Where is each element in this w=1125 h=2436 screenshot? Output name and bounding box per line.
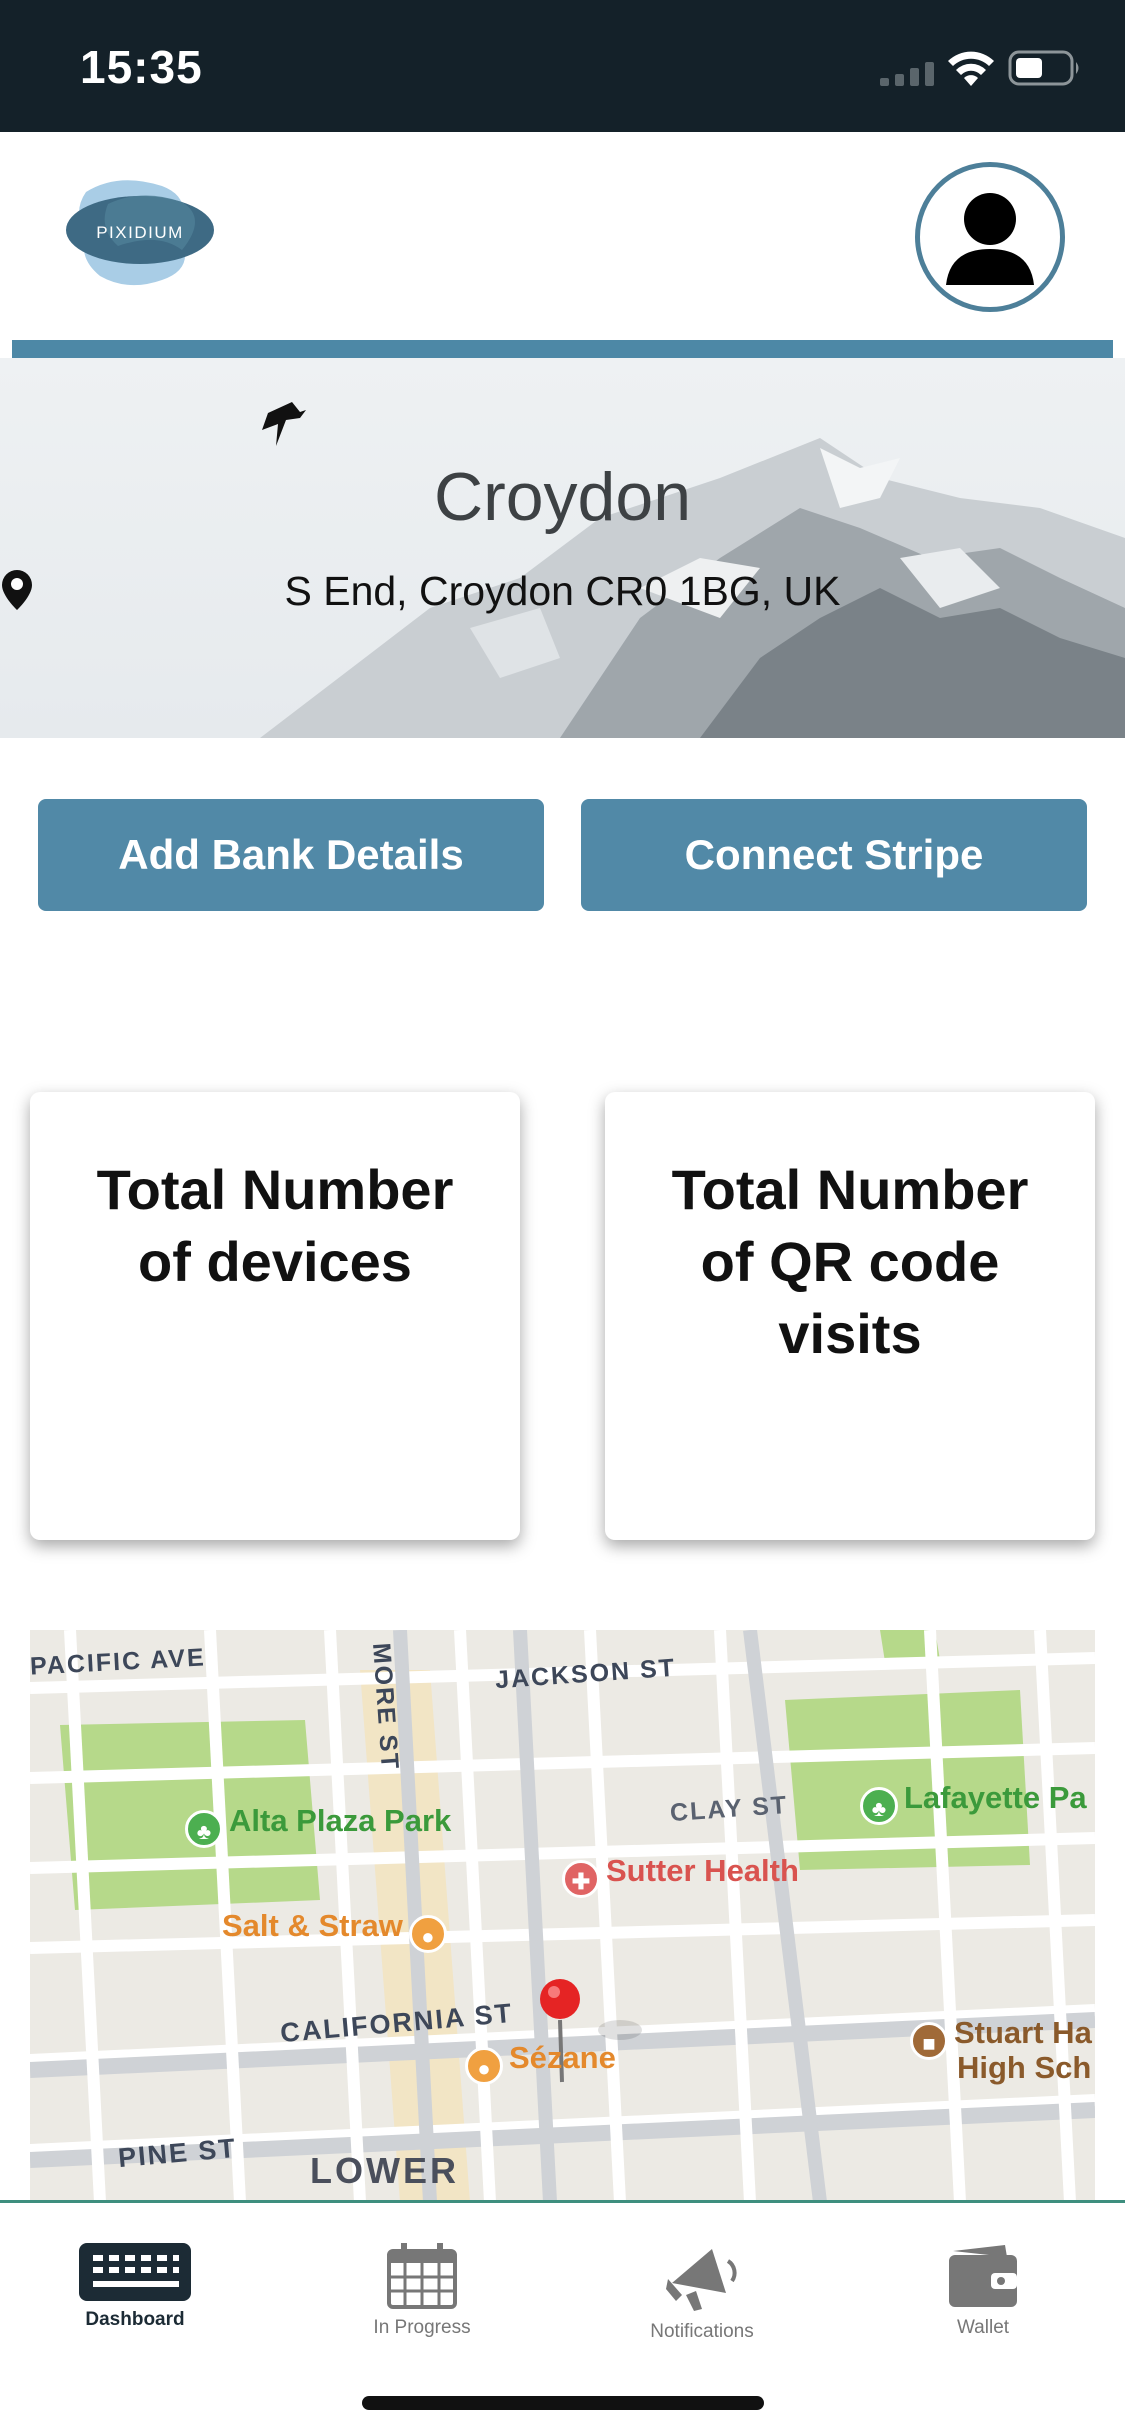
header-divider: [12, 340, 1113, 358]
mountain-background-image: [260, 402, 1125, 738]
wifi-icon: [948, 51, 994, 86]
total-qr-visits-card: Total Number of QR code visits: [605, 1092, 1095, 1540]
tab-in-progress[interactable]: In Progress: [332, 2243, 512, 2363]
location-hero: Croydon S End, Croydon CR0 1BG, UK: [0, 358, 1125, 738]
add-bank-details-button[interactable]: Add Bank Details: [38, 799, 544, 911]
home-indicator[interactable]: [362, 2396, 764, 2410]
park-icon: ♣: [185, 1810, 223, 1848]
map-streets: [30, 1630, 1095, 2202]
tab-wallet-label: Wallet: [956, 2317, 1010, 2338]
connect-stripe-button[interactable]: Connect Stripe: [581, 799, 1087, 911]
tab-dashboard[interactable]: Dashboard: [45, 2243, 225, 2363]
total-qr-visits-title: Total Number of QR code visits: [671, 1158, 1029, 1365]
tab-notifications[interactable]: Notifications: [612, 2243, 792, 2363]
poi-stuart-hall-line2: High Sch: [957, 2050, 1092, 2085]
address-text: S End, Croydon CR0 1BG, UK: [284, 568, 841, 614]
tab-dashboard-label: Dashboard: [85, 2309, 185, 2330]
total-devices-title: Total Number of devices: [96, 1158, 454, 1293]
map-pin-icon: [2, 570, 32, 610]
medical-icon: ✚: [562, 1860, 600, 1898]
user-avatar-icon: [946, 193, 1034, 285]
poi-sezane[interactable]: ● Sézane: [465, 2040, 616, 2085]
poi-salt-straw[interactable]: Salt & Straw ●: [222, 1908, 447, 1953]
cellular-signal-icon: [880, 62, 934, 86]
megaphone-icon: [666, 2249, 737, 2311]
profile-button[interactable]: [915, 162, 1065, 312]
bird-silhouette: [262, 402, 306, 446]
tab-wallet[interactable]: Wallet: [893, 2243, 1073, 2363]
total-devices-card: Total Number of devices: [30, 1092, 520, 1540]
location-title: Croydon: [433, 459, 692, 535]
status-bar: 15:35: [0, 0, 1125, 132]
logo-text: PIXIDIUM: [96, 223, 184, 242]
poi-alta-plaza-park[interactable]: ♣ Alta Plaza Park: [185, 1803, 451, 1848]
poi-lafayette-park[interactable]: ♣ Lafayette Pa: [860, 1780, 1087, 1825]
shopping-icon: ●: [465, 2047, 503, 2085]
status-time: 15:35: [80, 41, 203, 93]
location-address: S End, Croydon CR0 1BG, UK: [0, 568, 1125, 615]
school-icon: ■: [910, 2022, 948, 2060]
wallet-icon: [949, 2245, 1017, 2307]
keyboard-icon: [79, 2243, 191, 2301]
battery-icon: [1008, 50, 1079, 86]
park-icon: ♣: [860, 1787, 898, 1825]
location-map[interactable]: PACIFIC AVE JACKSON ST MORE ST CLAY ST C…: [30, 1630, 1095, 2202]
app-header: PIXIDIUM: [0, 132, 1125, 340]
poi-sutter-health[interactable]: ✚ Sutter Health: [562, 1853, 799, 1898]
district-lower-pacific: LOWER: [310, 2150, 459, 2191]
tab-notifications-label: Notifications: [650, 2321, 754, 2342]
calendar-icon: [387, 2243, 457, 2309]
ice-cream-icon: ●: [408, 1915, 447, 1953]
tab-in-progress-label: In Progress: [373, 2317, 471, 2338]
